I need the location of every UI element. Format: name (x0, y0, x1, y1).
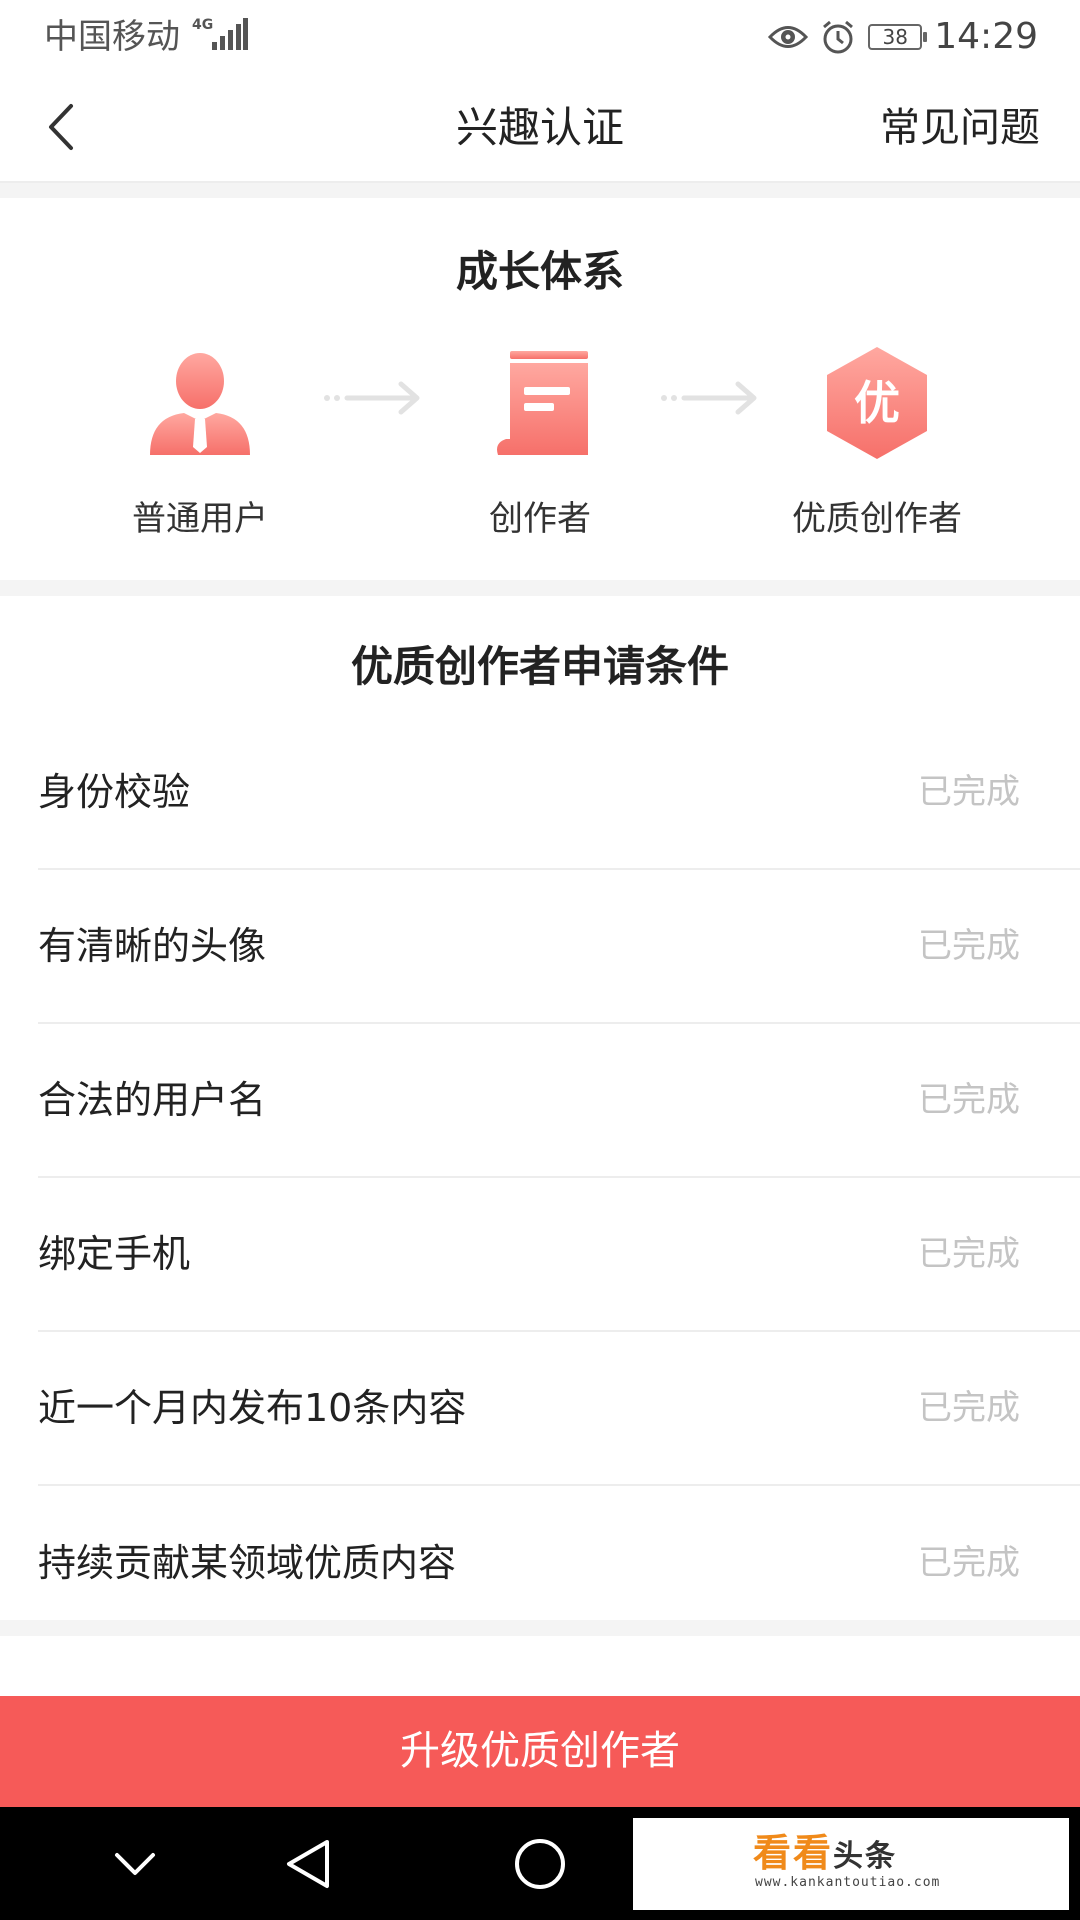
conditions-title: 优质创作者申请条件 (350, 642, 729, 691)
signal-icon (212, 18, 248, 50)
condition-status: 已完成 (918, 1543, 1020, 1583)
condition-label: 近一个月内发布10条内容 (38, 1386, 467, 1430)
step-regular-user: 普通用户 (80, 343, 320, 541)
condition-row: 近一个月内发布10条内容 已完成 (38, 1332, 1080, 1486)
faq-link[interactable]: 常见问题 (880, 101, 1040, 155)
watermark-text: 看看头条 (753, 1832, 897, 1878)
status-right: 38 14:29 (768, 14, 1038, 60)
bottom-spacer (0, 1636, 1080, 1696)
condition-status: 已完成 (918, 1234, 1020, 1274)
step-label: 创作者 (489, 499, 591, 539)
condition-row: 合法的用户名 已完成 (38, 1024, 1080, 1178)
network-type: 4G (192, 17, 214, 33)
growth-title: 成长体系 (455, 247, 624, 296)
arrow-right-icon (324, 381, 420, 415)
step-label: 优质创作者 (792, 499, 962, 539)
upgrade-premium-button[interactable]: 升级优质创作者 (0, 1696, 1080, 1807)
premium-badge-char: 优 (854, 376, 900, 430)
status-bar: 中国移动 4G 38 14:29 (0, 0, 1080, 75)
system-home-button[interactable] (500, 1829, 580, 1899)
condition-status: 已完成 (918, 772, 1020, 812)
user-icon (150, 353, 250, 455)
conditions-section: 优质创作者申请条件 身份校验 已完成 有清晰的头像 已完成 合法的用户名 已完成… (0, 596, 1080, 1620)
triangle-back-icon (287, 1840, 329, 1888)
step-creator: 创作者 (420, 343, 660, 541)
condition-row: 有清晰的头像 已完成 (38, 870, 1080, 1024)
watermark-url: www.kankantoutiao.com (755, 1875, 941, 1890)
step-label: 普通用户 (132, 499, 268, 539)
chevron-down-icon (115, 1853, 155, 1875)
nav-bar: 兴趣认证 常见问题 (0, 75, 1080, 183)
circle-home-icon (515, 1839, 565, 1889)
condition-label: 绑定手机 (38, 1232, 191, 1276)
clock: 14:29 (934, 16, 1038, 57)
condition-label: 持续贡献某领域优质内容 (38, 1541, 457, 1585)
arrow-right-icon (661, 381, 757, 415)
condition-row: 绑定手机 已完成 (38, 1178, 1080, 1332)
premium-hexagon-icon: 优 (827, 347, 927, 459)
hide-nav-button[interactable] (95, 1829, 175, 1899)
condition-label: 身份校验 (38, 770, 191, 814)
conditions-list: 身份校验 已完成 有清晰的头像 已完成 合法的用户名 已完成 绑定手机 已完成 … (0, 716, 1080, 1640)
condition-status: 已完成 (918, 926, 1020, 966)
alarm-icon (823, 20, 854, 54)
document-icon (497, 351, 588, 455)
watermark-secondary: 头条 (833, 1839, 898, 1874)
watermark-logo: 看看头条 www.kankantoutiao.com (633, 1818, 1069, 1910)
condition-label: 有清晰的头像 (38, 924, 267, 968)
condition-status: 已完成 (918, 1080, 1020, 1120)
growth-system-section: 成长体系 普通用户 创作者 优 优质创作者 (0, 198, 1080, 580)
condition-label: 合法的用户名 (38, 1078, 267, 1122)
eye-icon (768, 26, 809, 48)
carrier-name: 中国移动 (44, 17, 180, 57)
step-premium-creator: 优 优质创作者 (757, 343, 997, 541)
condition-row: 持续贡献某领域优质内容 已完成 (38, 1486, 1080, 1640)
condition-status: 已完成 (918, 1388, 1020, 1428)
system-back-button[interactable] (268, 1829, 348, 1899)
condition-row: 身份校验 已完成 (38, 716, 1080, 870)
battery-indicator: 38 (868, 24, 928, 50)
watermark-main: 看看 (753, 1830, 834, 1875)
